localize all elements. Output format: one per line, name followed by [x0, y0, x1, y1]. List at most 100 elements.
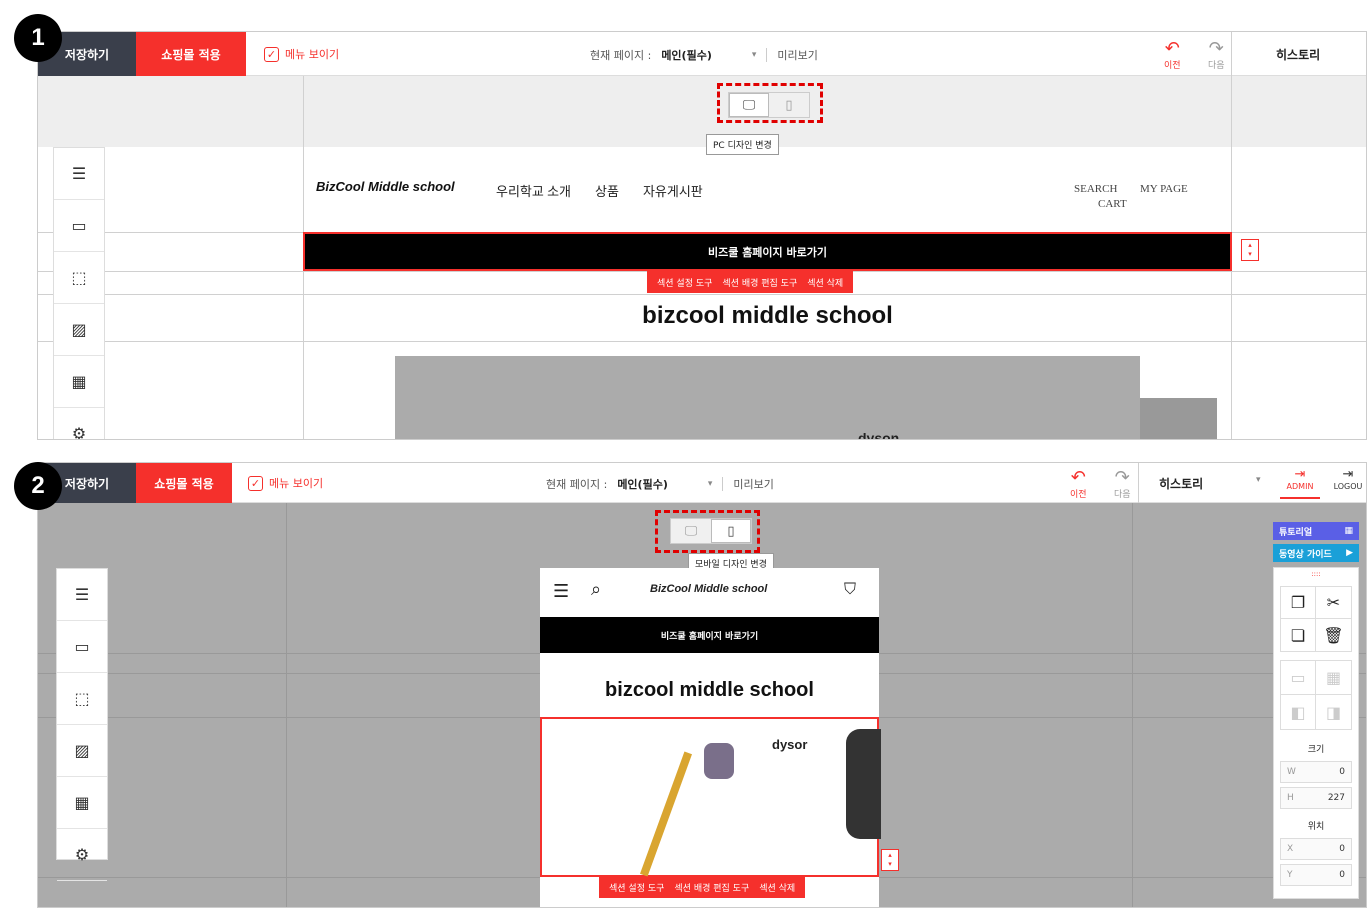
nav-item[interactable]: 자유게시판 [643, 181, 703, 200]
video-guide-button[interactable]: 동영상 가이드 ▶ [1273, 544, 1359, 562]
chevron-down-icon[interactable]: ▾ [1256, 475, 1261, 485]
banner-section[interactable]: 비즈쿨 홈페이지 바로가기 [540, 617, 879, 653]
move-section-control[interactable]: ▴ ▾ [881, 849, 899, 871]
x-label: X [1287, 844, 1294, 854]
h-label: H [1287, 793, 1294, 803]
logout-button[interactable]: ⇥ LOGOU [1328, 467, 1366, 491]
site-logo[interactable]: BizCool Middle school [650, 583, 767, 595]
search-link[interactable]: SEARCH [1074, 183, 1117, 195]
history-button[interactable]: 히스토리 [1276, 46, 1320, 63]
undo-button[interactable]: ↶ 이전 [1070, 469, 1087, 501]
chevron-down-icon: ▾ [707, 479, 713, 489]
redo-button[interactable]: ↷ 다음 [1208, 38, 1225, 72]
apply-shop-button[interactable]: 쇼핑몰 적용 [136, 463, 232, 503]
menu-show-label: 메뉴 보이기 [269, 477, 324, 490]
divider [1138, 463, 1139, 503]
paste-icon[interactable]: ❏ [1281, 619, 1316, 651]
apply-shop-button[interactable]: 쇼핑몰 적용 [136, 32, 246, 76]
tutorial-button[interactable]: 튜토리얼 ▦ [1273, 522, 1359, 540]
editor-mobile-panel: 저장하기 쇼핑몰 적용 ✓ 메뉴 보이기 현재 페이지 : 메인(필수) ▾ 미리보기 … [37, 462, 1367, 908]
hero-image [1140, 398, 1217, 439]
shopping-bag-icon[interactable]: ⛉ [844, 579, 856, 599]
vacuum-image [704, 743, 734, 779]
redo-button[interactable]: ↷ 다음 [1114, 469, 1131, 501]
y-value: 0 [1339, 870, 1345, 880]
history-button[interactable]: 히스토리 [1159, 475, 1203, 492]
menu-show-toggle[interactable]: ✓ 메뉴 보이기 [248, 475, 323, 491]
size-label: 크기 [1307, 745, 1325, 755]
play-icon: ▶ [1346, 548, 1353, 558]
settings-icon[interactable]: ⚙ [54, 408, 104, 439]
cut-icon[interactable]: ✂ [1316, 587, 1351, 619]
undo-button[interactable]: ↶ 이전 [1164, 40, 1181, 72]
section-icon[interactable]: ▭ [54, 200, 104, 252]
y-field[interactable]: Y0 [1280, 864, 1352, 886]
trash-icon[interactable]: 🗑 [1316, 619, 1351, 651]
move-section-control[interactable]: ▴ ▾ [1241, 239, 1259, 261]
section-settings-button[interactable]: 섹션 설정 도구 [657, 276, 712, 289]
undo-label: 이전 [1070, 490, 1087, 500]
hero-image [395, 356, 1140, 439]
menu-lines-icon[interactable]: ☰ [54, 148, 104, 200]
frame-icon[interactable]: ▭ [1281, 661, 1316, 695]
logout-label: LOGOU [1333, 482, 1363, 491]
hero-brand-text: dysor [772, 737, 808, 752]
section-icon[interactable]: ▭ [57, 621, 107, 673]
hero-image-section[interactable]: dysor [540, 717, 881, 877]
highlight-box [717, 83, 823, 123]
menu-show-toggle[interactable]: ✓ 메뉴 보이기 [264, 46, 339, 62]
current-page-label: 현재 페이지 : [546, 478, 608, 491]
width-field[interactable]: W0 [1280, 761, 1352, 783]
site-logo[interactable]: BizCool Middle school [316, 179, 455, 194]
x-value: 0 [1339, 844, 1345, 854]
section-settings-button[interactable]: 섹션 설정 도구 [609, 881, 664, 894]
nav-item[interactable]: 상품 [595, 181, 619, 200]
admin-button[interactable]: ⇥ ADMIN [1280, 467, 1320, 499]
height-field[interactable]: H 227 [1280, 787, 1352, 809]
menu-show-label: 메뉴 보이기 [285, 48, 340, 61]
video-guide-label: 동영상 가이드 [1279, 549, 1332, 560]
preview-button[interactable]: 미리보기 [777, 47, 817, 63]
admin-icon: ⇥ [1294, 467, 1306, 482]
redo-icon: ↷ [1208, 38, 1224, 59]
cart-link[interactable]: CART [1098, 198, 1127, 210]
copy-icon[interactable]: ❐ [1281, 587, 1316, 619]
section-bg-button[interactable]: 섹션 배경 편집 도구 [674, 881, 749, 894]
grid-icon[interactable]: ▦ [57, 777, 107, 829]
grid-icon[interactable]: ▦ [54, 356, 104, 408]
right-property-panel: :::: ❐ ✂ ❏ 🗑 ▭ ▦ ◧ ◨ 크기 W0 H 227 위치 X0 Y0 [1273, 567, 1359, 899]
nav-item[interactable]: 우리학교 소개 [496, 181, 571, 200]
image-icon[interactable]: ▨ [57, 725, 107, 777]
layer-front-icon[interactable]: ◨ [1316, 695, 1351, 729]
settings-icon[interactable]: ⚙ [57, 829, 107, 881]
drag-handle-icon[interactable]: :::: [1274, 570, 1358, 578]
page-title: bizcool middle school [642, 302, 893, 329]
section-delete-button[interactable]: 섹션 삭제 [759, 881, 795, 894]
section-delete-button[interactable]: 섹션 삭제 [807, 276, 843, 289]
section-toolbar: 섹션 설정 도구 섹션 배경 편집 도구 섹션 삭제 [599, 877, 806, 898]
hamburger-icon[interactable]: ☰ [553, 581, 569, 602]
menu-lines-icon[interactable]: ☰ [57, 569, 107, 621]
divider [722, 477, 724, 491]
current-page-selector[interactable]: 현재 페이지 : 메인(필수) ▾ 미리보기 [590, 47, 818, 63]
current-page-selector[interactable]: 현재 페이지 : 메인(필수) ▾ 미리보기 [546, 476, 774, 492]
search-icon[interactable]: ⌕ [591, 579, 601, 600]
current-page-value: 메인(필수) [661, 49, 712, 62]
h-value: 227 [1327, 793, 1345, 803]
mypage-link[interactable]: MY PAGE [1140, 183, 1188, 195]
table-icon[interactable]: ▦ [1316, 661, 1351, 695]
layout-icon[interactable]: ⬚ [57, 673, 107, 725]
tooltip: PC 디자인 변경 [706, 134, 779, 155]
layer-back-icon[interactable]: ◧ [1281, 695, 1316, 729]
layout-icon[interactable]: ⬚ [54, 252, 104, 304]
editor-toolbar: 저장하기 쇼핑몰 적용 ✓ 메뉴 보이기 현재 페이지 : 메인(필수) ▾ 미리보기 … [38, 463, 1366, 503]
undo-label: 이전 [1164, 61, 1181, 71]
tutorial-label: 튜토리얼 [1279, 527, 1313, 538]
banner-section[interactable]: 비즈쿨 홈페이지 바로가기 [303, 232, 1232, 271]
preview-button[interactable]: 미리보기 [733, 476, 773, 492]
image-icon[interactable]: ▨ [54, 304, 104, 356]
section-bg-button[interactable]: 섹션 배경 편집 도구 [722, 276, 797, 289]
guide-line [38, 341, 1366, 342]
x-field[interactable]: X0 [1280, 838, 1352, 860]
w-value: 0 [1339, 767, 1345, 777]
